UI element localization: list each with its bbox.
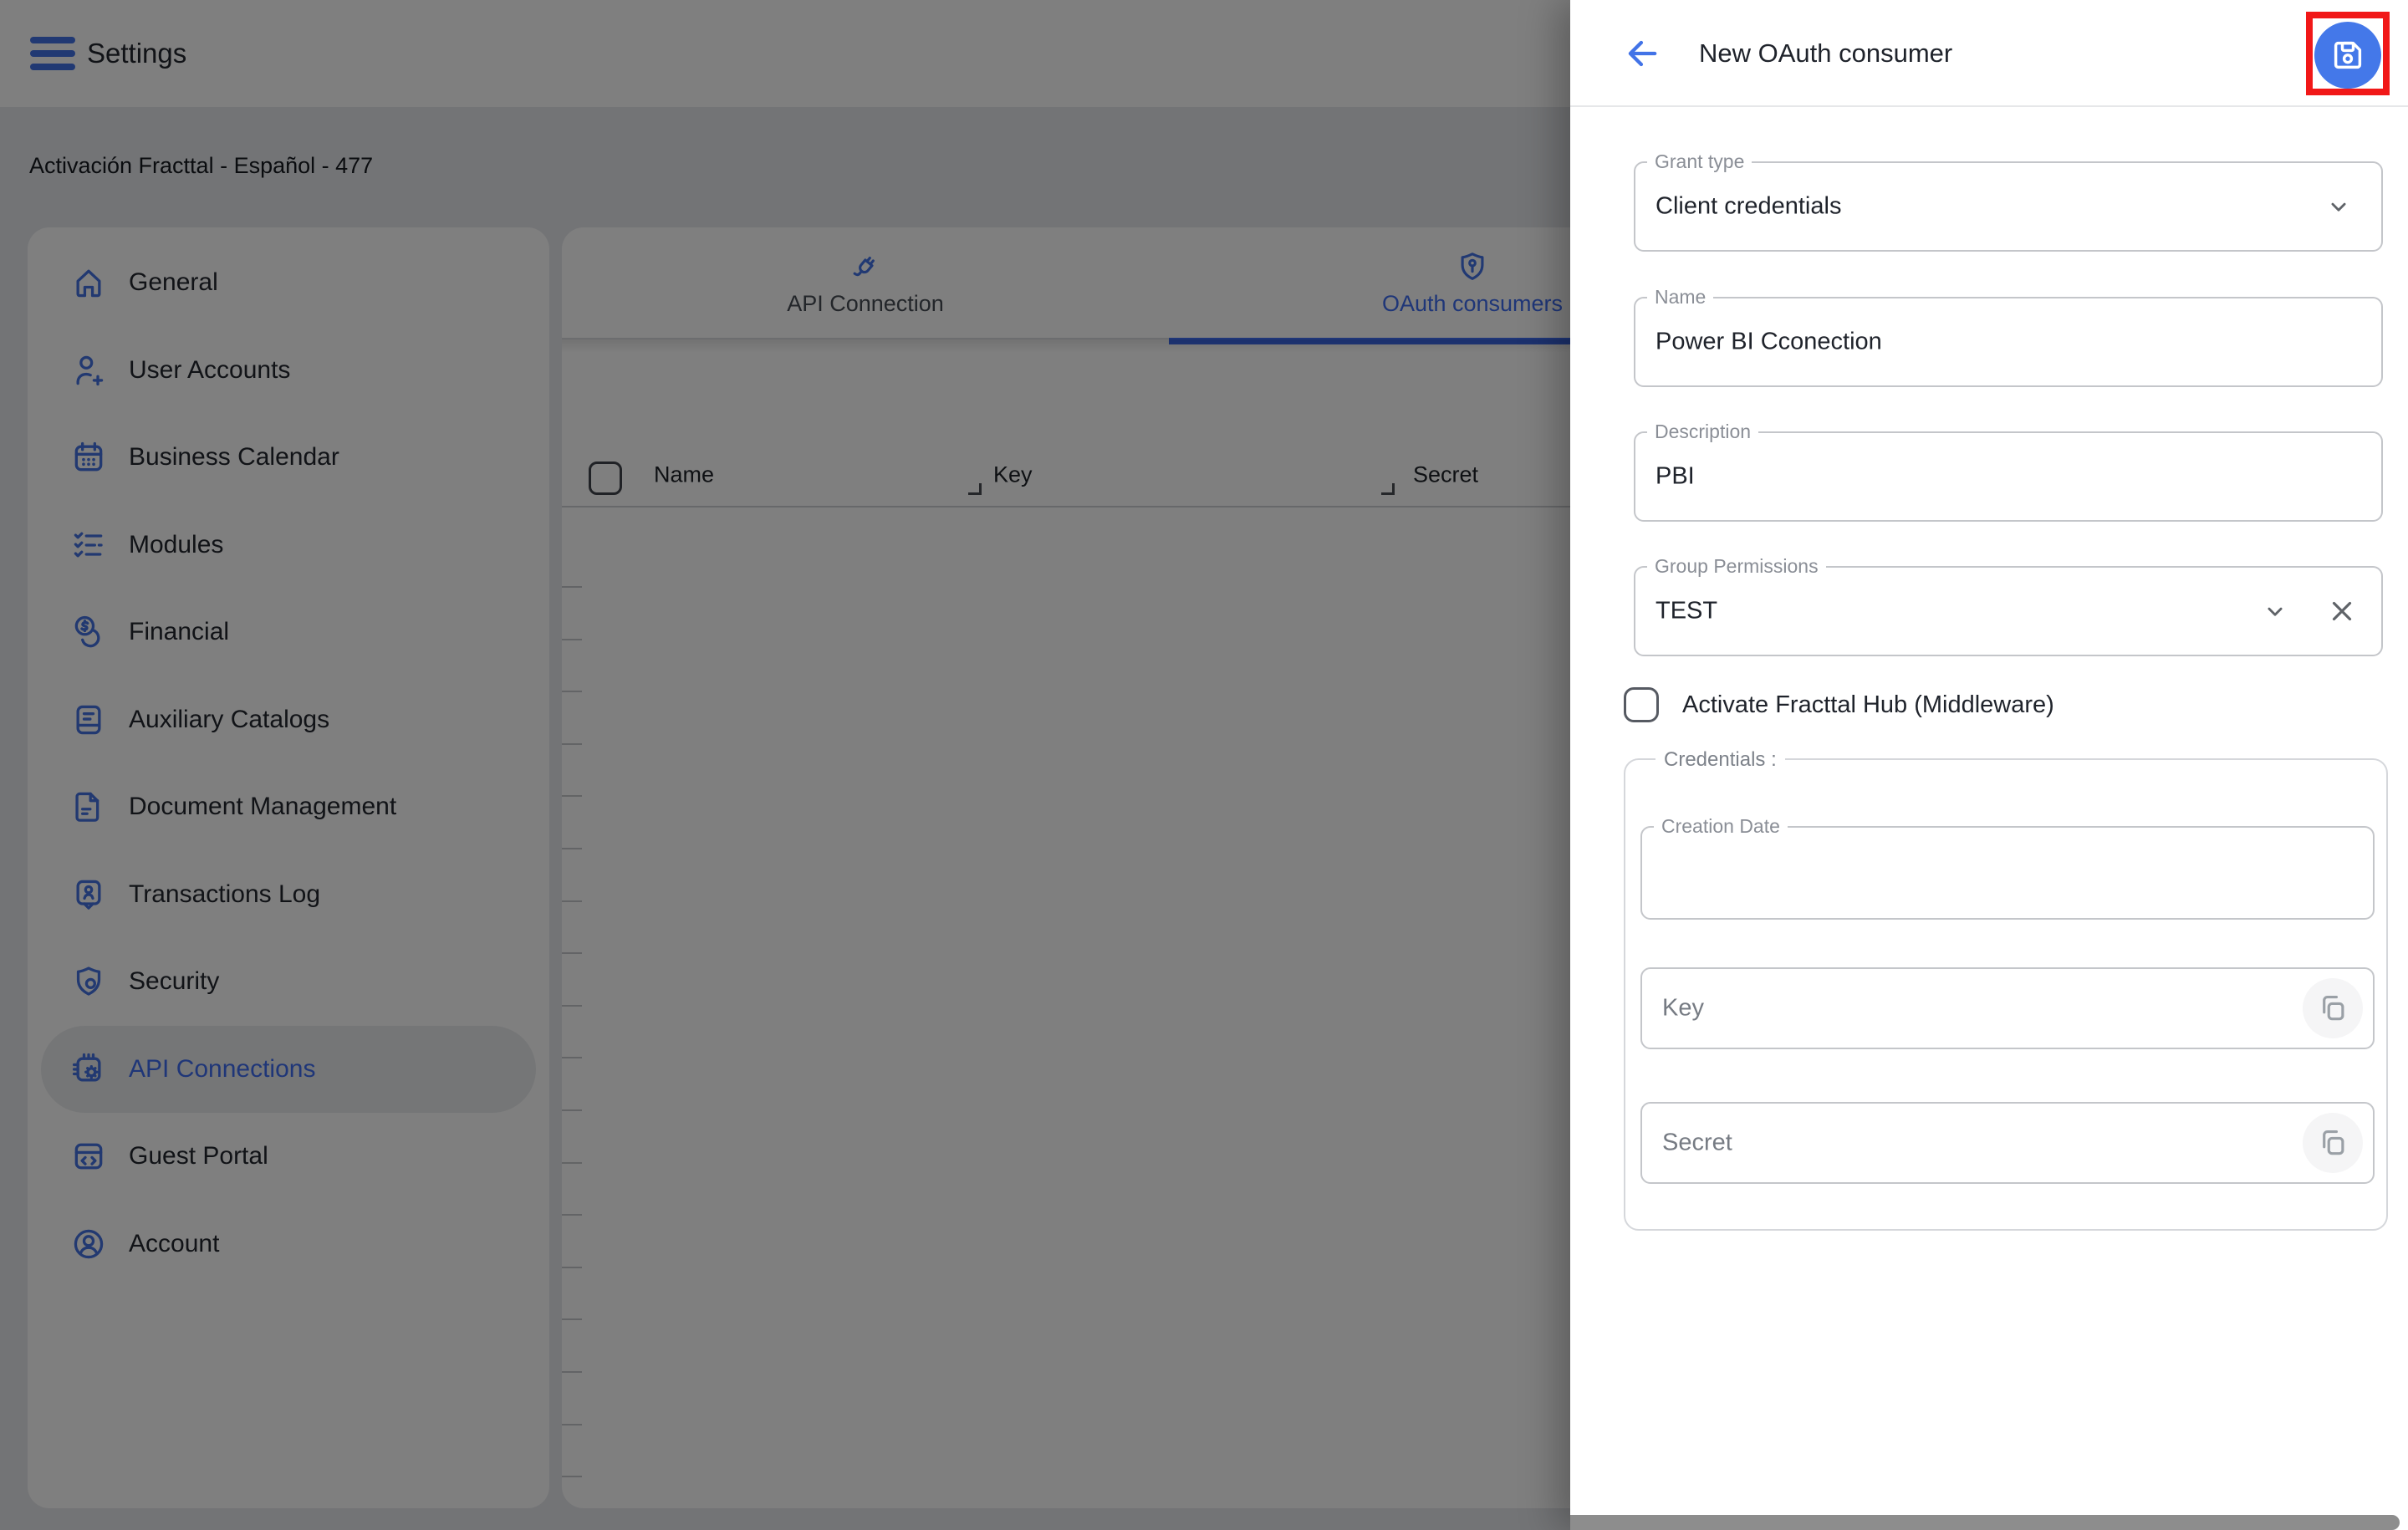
chevron-down-icon[interactable] [2324,192,2353,221]
field-value: TEST [1656,598,1717,625]
creation-date-field[interactable]: Creation Date [1640,826,2375,920]
chevron-down-icon[interactable] [2261,597,2289,625]
new-oauth-consumer-panel: New OAuth consumer Grant type Client cre… [1570,0,2408,1530]
activate-hub-row: Activate Fracttal Hub (Middleware) [1624,687,2054,722]
field-value: Client credentials [1656,193,1841,221]
horizontal-scrollbar[interactable] [1570,1515,2400,1530]
field-value: PBI [1656,463,1695,491]
copy-icon [2317,992,2349,1024]
field-value: Power BI Cconection [1656,329,1882,356]
save-button[interactable] [2314,22,2381,89]
copy-key-button[interactable] [2303,978,2363,1038]
field-label: Creation Date [1654,815,1788,838]
save-icon [2329,36,2367,74]
group-permissions-select[interactable]: Group Permissions TEST [1634,566,2383,656]
key-field[interactable]: Key [1640,967,2375,1049]
back-button[interactable] [1620,32,1664,75]
field-label: Grant type [1647,150,1752,173]
field-label: Group Permissions [1647,555,1826,578]
activate-hub-label: Activate Fracttal Hub (Middleware) [1682,691,2054,719]
grant-type-select[interactable]: Grant type Client credentials [1634,161,2383,252]
panel-header: New OAuth consumer [1570,0,2408,107]
field-placeholder: Secret [1662,1130,1732,1157]
description-field[interactable]: Description PBI [1634,431,2383,522]
field-placeholder: Key [1662,995,1704,1023]
activate-hub-checkbox[interactable] [1624,687,1659,722]
field-label: Description [1647,421,1758,443]
copy-secret-button[interactable] [2303,1113,2363,1173]
arrow-left-icon [1620,32,1664,75]
field-label: Name [1647,286,1713,309]
secret-field[interactable]: Secret [1640,1102,2375,1184]
copy-icon [2317,1127,2349,1159]
name-field[interactable]: Name Power BI Cconection [1634,297,2383,387]
app-window: Settings Activación Fracttal - Español -… [0,0,2408,1530]
panel-title: New OAuth consumer [1699,0,1952,107]
clear-x-icon[interactable] [2326,595,2358,627]
credentials-legend: Credentials : [1656,748,1785,772]
